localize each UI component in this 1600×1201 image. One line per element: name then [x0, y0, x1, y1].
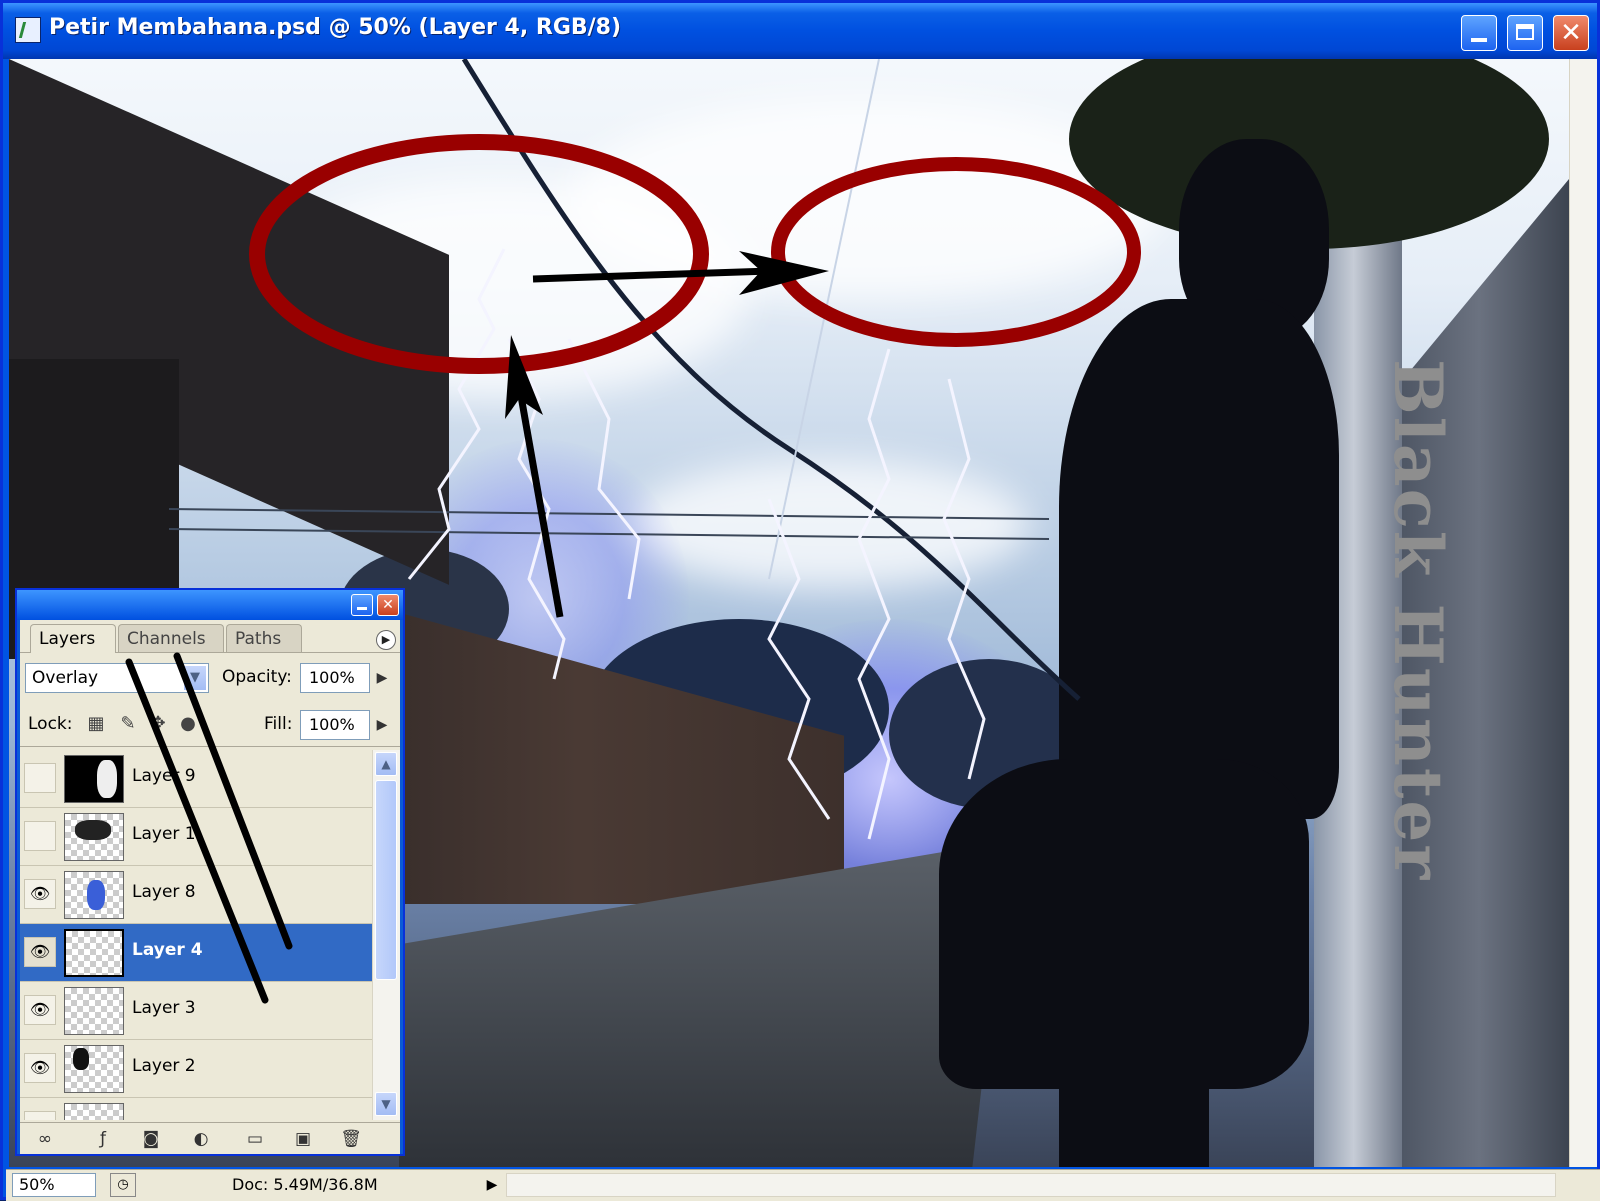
status-menu-icon[interactable]: ◷ — [110, 1173, 136, 1197]
window-title: Petir Membahana.psd @ 50% (Layer 4, RGB/… — [49, 15, 622, 40]
title-bar[interactable]: Petir Membahana.psd @ 50% (Layer 4, RGB/… — [3, 3, 1597, 59]
close-icon: ✕ — [1560, 18, 1582, 48]
lightning-bolt — [567, 338, 641, 600]
arrow-line — [514, 378, 564, 618]
zoom-field[interactable]: 50% — [12, 1173, 96, 1197]
panel-annotation-overlay — [125, 652, 293, 1004]
close-button[interactable]: ✕ — [1553, 15, 1589, 51]
annotation-ellipse — [771, 157, 1141, 347]
status-arrow-icon[interactable]: ▶ — [482, 1173, 502, 1197]
lightning-bolt — [942, 378, 986, 780]
canvas-horizontal-scrollbar[interactable] — [506, 1173, 1556, 1197]
minimize-icon — [1471, 38, 1487, 42]
minimize-button[interactable] — [1461, 15, 1497, 51]
status-bar: 50% ◷ Doc: 5.49M/36.8M ▶ — [6, 1169, 1600, 1201]
maximize-icon — [1516, 24, 1534, 40]
power-line — [168, 528, 1050, 540]
photoshop-window: Petir Membahana.psd @ 50% (Layer 4, RGB/… — [0, 0, 1600, 1201]
lightning-bolt — [857, 348, 891, 840]
annotation-stroke — [173, 652, 293, 950]
lightning-bolt — [767, 498, 831, 820]
maximize-button[interactable] — [1507, 15, 1543, 51]
lightning-bolt — [407, 248, 506, 580]
annotation-ellipse — [249, 134, 709, 374]
layers-palette: ✕ Layers Channels Paths ▶ Overlay ▼ Opac… — [15, 588, 405, 1156]
document-icon — [15, 17, 41, 43]
power-line — [168, 508, 1050, 520]
canvas-vertical-scrollbar[interactable] — [1569, 59, 1597, 1167]
doc-size-info: Doc: 5.49M/36.8M — [232, 1175, 378, 1194]
arrow-line — [532, 267, 770, 283]
